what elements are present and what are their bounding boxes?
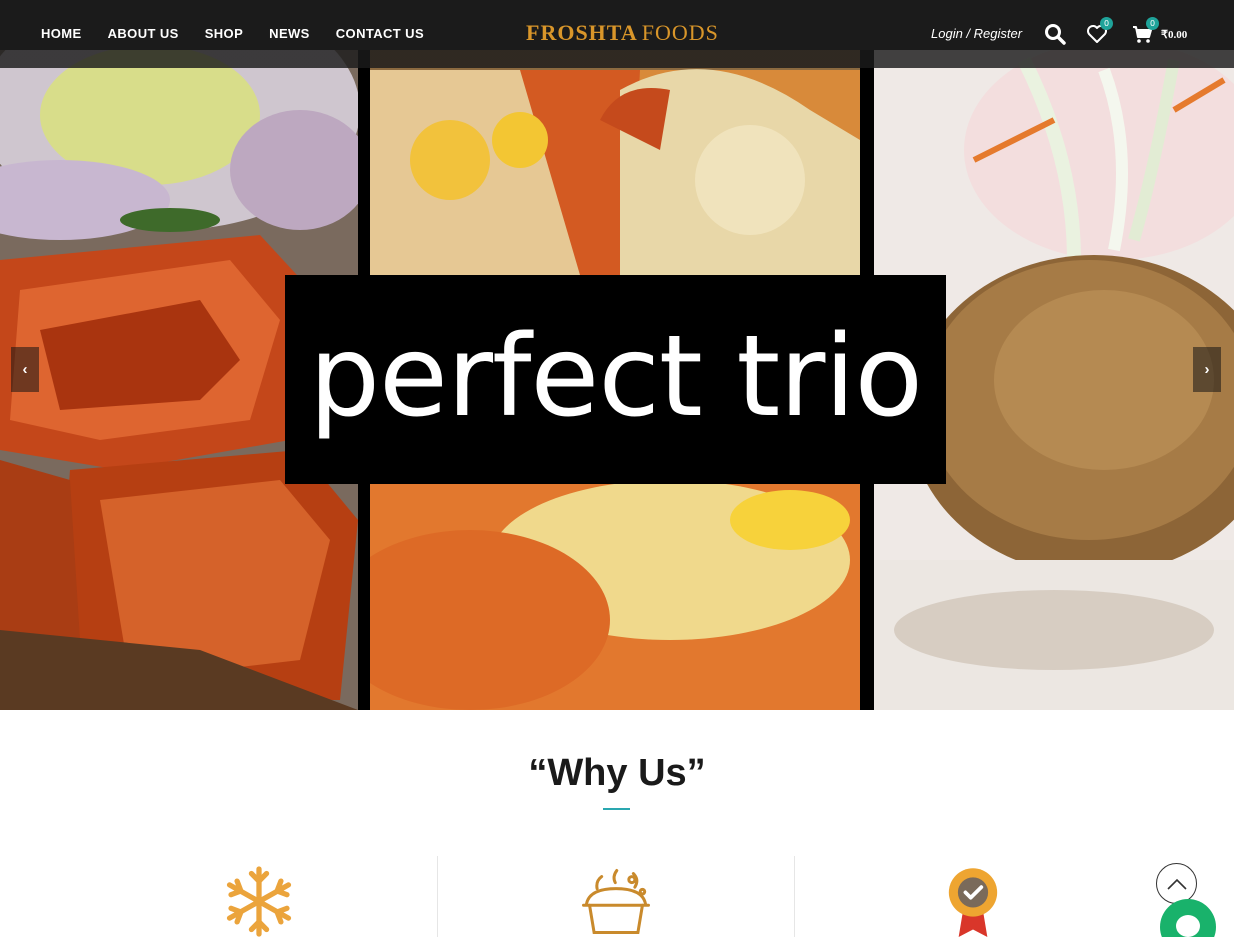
search-icon (1045, 24, 1066, 45)
nav-shop[interactable]: SHOP (205, 26, 243, 41)
heading-underline (603, 808, 630, 810)
cart-button[interactable]: 0 (1131, 17, 1159, 46)
chevron-up-icon (1166, 878, 1187, 890)
search-button[interactable] (1043, 22, 1067, 46)
snowflake-icon (212, 866, 306, 937)
slider-next-button[interactable]: › (1193, 347, 1221, 392)
login-register-link[interactable]: Login / Register (931, 26, 1022, 41)
hero-slider: perfect trio ‹ › (0, 0, 1234, 710)
wishlist-count-badge: 0 (1100, 17, 1113, 30)
cart-count-badge: 0 (1146, 17, 1159, 30)
hero-title-box: perfect trio (285, 275, 946, 484)
hero-title: perfect trio (308, 311, 923, 442)
cart-total[interactable]: ₹0.00 (1161, 28, 1187, 41)
logo-word-2: FOODS (641, 20, 719, 45)
slider-prev-button[interactable]: ‹ (11, 347, 39, 392)
nav-home[interactable]: HOME (41, 26, 82, 41)
back-to-top-button[interactable] (1156, 863, 1197, 904)
column-divider (794, 856, 795, 937)
cooking-pan-icon (567, 866, 665, 937)
main-nav: HOME ABOUT US SHOP NEWS CONTACT US (41, 26, 450, 41)
column-divider (437, 856, 438, 937)
why-us-heading: “Why Us” (528, 752, 706, 794)
nav-about-us[interactable]: ABOUT US (108, 26, 179, 41)
nav-news[interactable]: NEWS (269, 26, 310, 41)
logo-word-1: FROSHTA (526, 20, 638, 45)
chat-button[interactable] (1160, 899, 1216, 937)
quality-medal-icon (938, 866, 1008, 937)
site-header: HOME ABOUT US SHOP NEWS CONTACT US FROSH… (0, 0, 1234, 68)
nav-contact-us[interactable]: CONTACT US (336, 26, 424, 41)
wishlist-button[interactable]: 0 (1085, 17, 1113, 46)
chat-bubble-icon (1176, 915, 1200, 937)
site-logo[interactable]: FROSHTA FOODS (526, 20, 719, 46)
